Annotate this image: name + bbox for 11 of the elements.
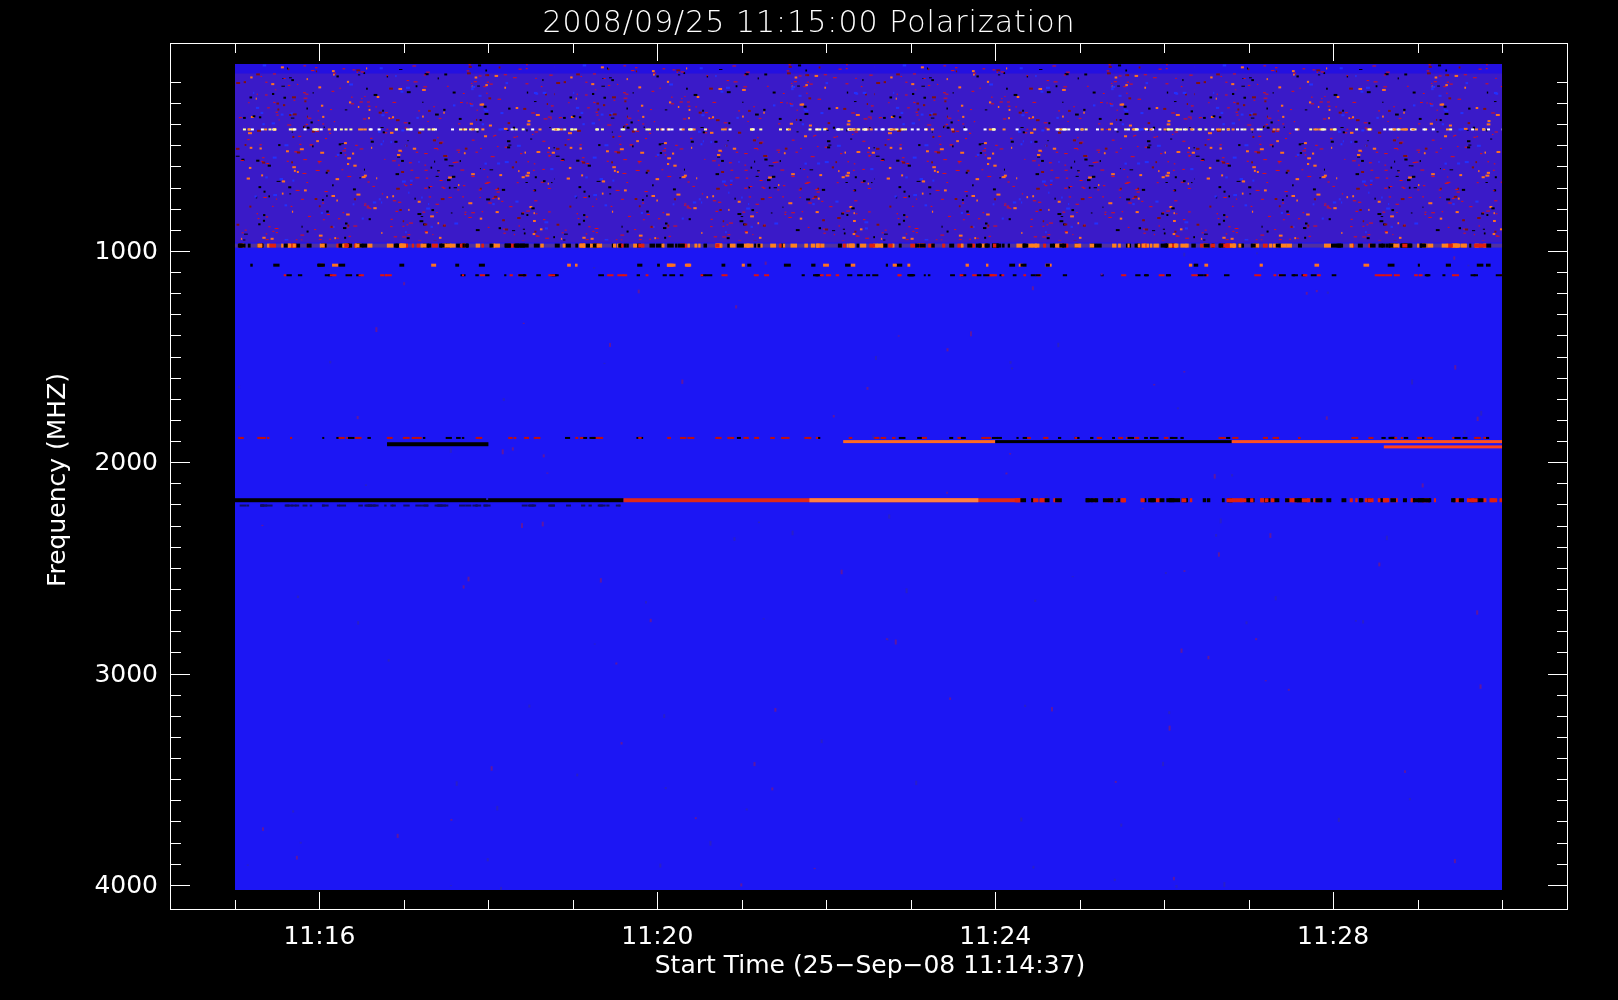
- x-tick-label: 11:16: [283, 921, 356, 951]
- x-tick-label: 11:28: [1297, 921, 1370, 951]
- y-tick-label: 2000: [94, 447, 158, 478]
- x-axis-label: Start Time (25−Sep−08 11:14:37): [654, 950, 1086, 980]
- chart-title: 2008/09/25 11:15:00 Polarization: [542, 4, 1076, 39]
- x-tick-label: 11:24: [959, 921, 1032, 951]
- y-axis-label: Frequency (MHZ): [42, 372, 72, 588]
- x-tick-label: 11:20: [621, 921, 694, 951]
- y-tick-label: 3000: [94, 658, 158, 689]
- y-tick-label: 1000: [94, 235, 158, 266]
- y-tick-label: 4000: [94, 869, 158, 900]
